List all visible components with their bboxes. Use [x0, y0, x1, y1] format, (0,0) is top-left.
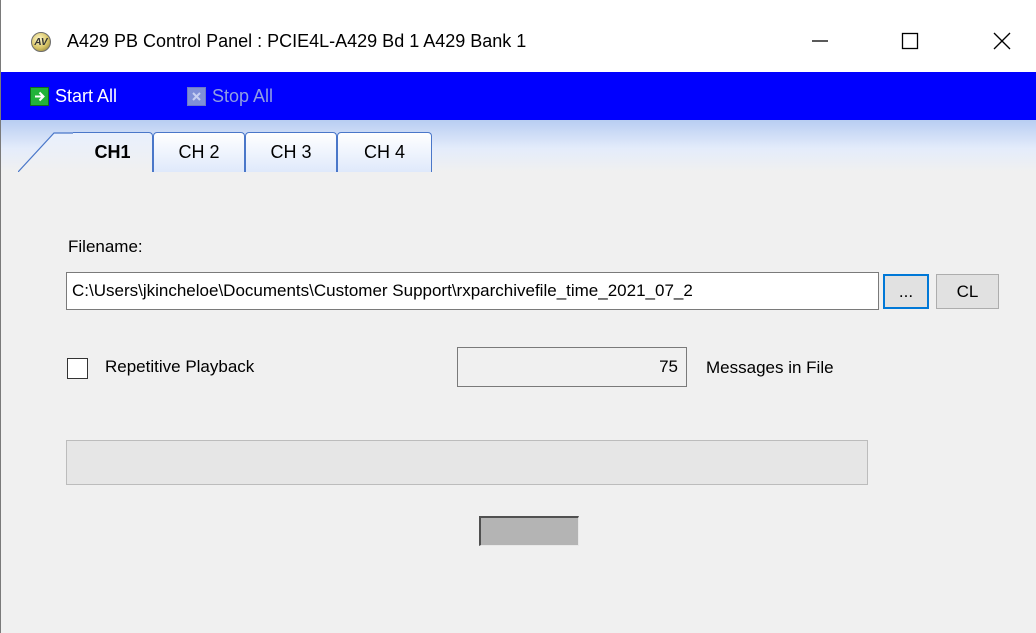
start-all-button[interactable]: Start All — [30, 84, 117, 108]
clear-button[interactable]: CL — [936, 274, 999, 309]
app-icon[interactable]: AV — [31, 32, 51, 52]
tab-ch1-shape — [18, 132, 74, 172]
browse-button[interactable]: ... — [883, 274, 929, 309]
playback-progress-bar — [66, 440, 868, 485]
control-panel-window: AV A429 PB Control Panel : PCIE4L-A429 B… — [0, 0, 1036, 633]
minimize-icon — [812, 40, 828, 42]
maximize-button[interactable] — [887, 18, 933, 64]
close-button[interactable] — [979, 18, 1025, 64]
tab-ch1[interactable]: CH1 — [73, 132, 153, 172]
title-bar[interactable]: AV A429 PB Control Panel : PCIE4L-A429 B… — [1, 0, 1036, 72]
tab-ch4[interactable]: CH 4 — [337, 132, 432, 172]
tab-ch2[interactable]: CH 2 — [153, 132, 245, 172]
tab-ch3-label: CH 3 — [270, 142, 312, 162]
tab-ch4-label: CH 4 — [363, 142, 405, 162]
tab-ch2-label: CH 2 — [178, 142, 220, 162]
repetitive-playback-checkbox[interactable] — [67, 358, 88, 379]
stop-all-label: Stop All — [212, 85, 274, 106]
browse-button-label: ... — [898, 281, 914, 301]
app-icon-text: AV — [34, 36, 48, 48]
tab-ch1-label: CH1 — [94, 142, 131, 162]
channel-tabs: CH1 CH 2 CH 3 CH 4 — [1, 120, 1036, 172]
close-icon — [993, 32, 1011, 50]
window-title: A429 PB Control Panel : PCIE4L-A429 Bd 1… — [67, 31, 527, 51]
tab-ch3[interactable]: CH 3 — [245, 132, 337, 172]
messages-in-file-label: Messages in File — [706, 358, 834, 377]
toolbar: Start All Stop All — [1, 72, 1036, 120]
minimize-button[interactable] — [797, 18, 843, 64]
filename-field[interactable]: C:\Users\jkincheloe\Documents\Customer S… — [66, 272, 879, 310]
start-all-label: Start All — [55, 85, 118, 106]
repetitive-playback-label[interactable]: Repetitive Playback — [105, 357, 254, 377]
maximize-icon — [901, 32, 919, 50]
clear-button-label: CL — [956, 281, 979, 301]
filename-label: Filename: — [68, 237, 143, 256]
x-icon — [187, 86, 206, 106]
status-indicator — [479, 516, 579, 546]
stop-all-button[interactable]: Stop All — [187, 84, 273, 108]
message-count-value: 75 — [659, 357, 678, 376]
arrow-right-icon — [30, 86, 49, 106]
message-count-field: 75 — [457, 347, 687, 387]
